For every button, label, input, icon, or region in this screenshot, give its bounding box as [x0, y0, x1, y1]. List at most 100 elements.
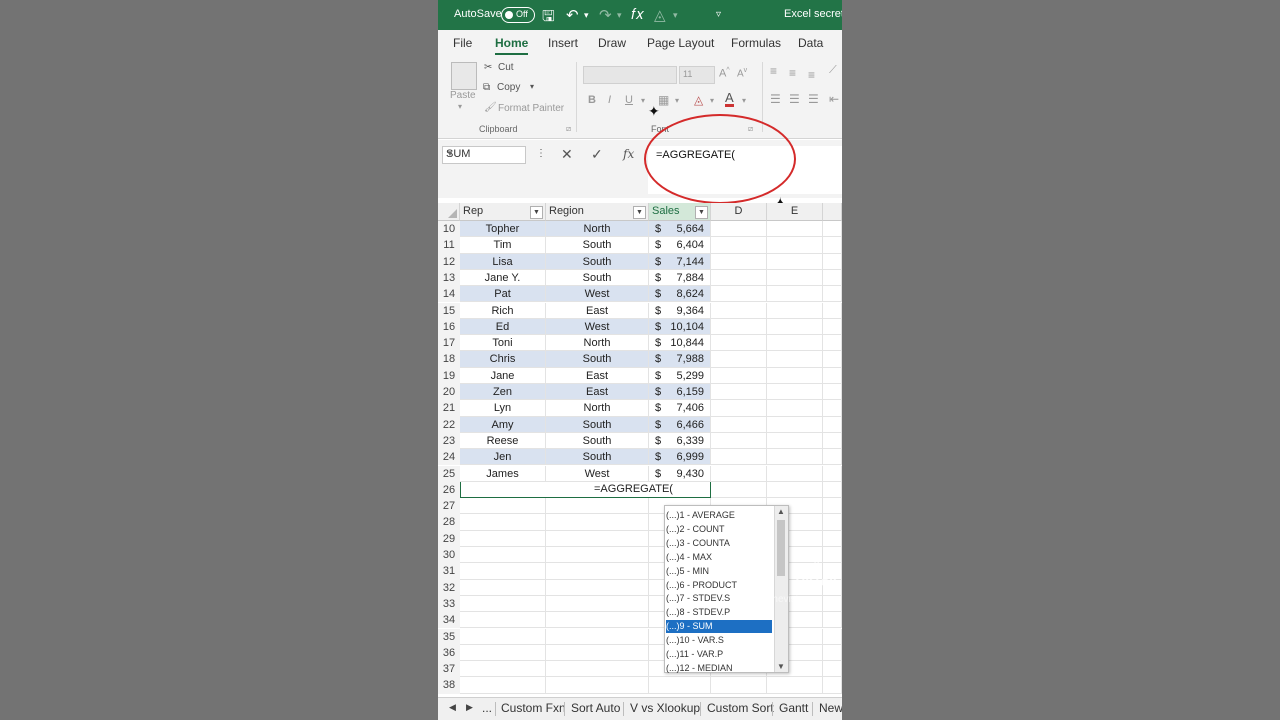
row-number[interactable]: 29	[438, 530, 460, 547]
empty-cell[interactable]	[823, 498, 842, 515]
empty-cell[interactable]	[460, 612, 546, 629]
cell-e[interactable]	[767, 269, 823, 287]
cell-d[interactable]	[711, 237, 767, 254]
cell-e[interactable]	[767, 335, 823, 352]
cell-region[interactable]: South	[546, 269, 649, 287]
cell-d[interactable]	[711, 302, 767, 319]
cell-e[interactable]	[767, 221, 823, 238]
empty-cell[interactable]	[460, 563, 546, 580]
cell-d[interactable]	[711, 253, 767, 270]
autocomplete-item[interactable]: (...)1 - AVERAGE	[666, 509, 772, 522]
cell-sales[interactable]: $6,159	[649, 384, 711, 401]
cell-sales[interactable]: $7,884	[649, 269, 711, 287]
empty-cell[interactable]	[823, 628, 842, 645]
filter-dropdown-icon[interactable]: ▼	[633, 206, 646, 219]
autocomplete-item[interactable]: (...)8 - STDEV.P	[666, 606, 772, 619]
filter-dropdown-icon[interactable]: ▼	[530, 206, 543, 219]
row-number[interactable]: 26	[438, 481, 460, 499]
empty-cell[interactable]	[546, 579, 649, 596]
fill-color-dropdown-icon[interactable]: ▾	[710, 96, 714, 105]
cell-f[interactable]	[823, 481, 842, 499]
cut-button[interactable]: Cut	[498, 62, 514, 73]
underline-dropdown-icon[interactable]: ▾	[641, 96, 645, 105]
sheet-tab-custom-sort[interactable]: Custom Sort	[707, 701, 774, 715]
tab-home[interactable]: Home	[495, 36, 529, 55]
cell-f[interactable]	[823, 318, 842, 336]
orientation-icon[interactable]: ⟋	[829, 64, 837, 77]
empty-cell[interactable]	[460, 498, 546, 515]
cell-e[interactable]	[767, 384, 823, 401]
column-header-e[interactable]: E	[767, 203, 823, 221]
empty-cell[interactable]	[460, 677, 546, 694]
more-options-icon[interactable]: ⋮	[536, 148, 546, 159]
font-color-icon[interactable]: A	[725, 91, 734, 107]
cell-d[interactable]	[711, 335, 767, 352]
function-autocomplete-list[interactable]: (...)1 - AVERAGE (...)2 - COUNT (...)3 - C…	[664, 505, 789, 673]
row-number[interactable]: 31	[438, 563, 460, 580]
cell-f[interactable]	[823, 351, 842, 368]
row-number[interactable]: 36	[438, 644, 460, 662]
row-number[interactable]: 17	[438, 335, 460, 352]
cell-rep[interactable]: Reese	[460, 432, 546, 450]
cell-rep[interactable]: Amy	[460, 416, 546, 433]
cell-rep[interactable]: Tim	[460, 237, 546, 254]
cell-sales[interactable]: $10,844	[649, 335, 711, 352]
cell-rep[interactable]: Lisa	[460, 253, 546, 270]
empty-cell[interactable]	[546, 628, 649, 645]
autocomplete-item[interactable]: (...)6 - PRODUCT	[666, 579, 772, 592]
cell-d[interactable]	[711, 449, 767, 466]
cell-f[interactable]	[823, 384, 842, 401]
paste-label[interactable]: Paste	[450, 90, 476, 101]
row-number[interactable]: 28	[438, 514, 460, 531]
borders-dropdown-icon[interactable]: ▾	[675, 96, 679, 105]
row-number[interactable]: 19	[438, 367, 460, 384]
row-number[interactable]: 14	[438, 286, 460, 303]
active-edit-cell[interactable]: =AGGREGATE(	[460, 481, 711, 499]
confirm-entry-icon[interactable]: ✓	[591, 146, 603, 163]
cell-sales[interactable]: $6,404	[649, 237, 711, 254]
empty-cell[interactable]	[649, 677, 711, 694]
cell-f[interactable]	[823, 269, 842, 287]
font-name-box[interactable]	[583, 66, 677, 84]
autocomplete-item[interactable]: (...)10 - VAR.S	[666, 634, 772, 647]
cell-region[interactable]: East	[546, 367, 649, 384]
row-number[interactable]: 18	[438, 351, 460, 368]
cell-d[interactable]	[711, 367, 767, 384]
empty-cell[interactable]	[546, 661, 649, 678]
row-number[interactable]: 12	[438, 253, 460, 270]
name-box-dropdown-icon[interactable]: ▼	[446, 149, 522, 158]
autosave-toggle[interactable]: Off	[501, 7, 535, 23]
italic-button[interactable]: I	[608, 94, 611, 106]
empty-cell[interactable]	[823, 677, 842, 694]
empty-cell[interactable]	[546, 563, 649, 580]
cell-f[interactable]	[823, 335, 842, 352]
paste-dropdown-icon[interactable]: ▾	[458, 102, 462, 111]
sheet-tab-v-vs-xlookup[interactable]: V vs Xlookup	[630, 701, 700, 715]
cell-sales[interactable]: $9,430	[649, 465, 711, 482]
cell-f[interactable]	[823, 367, 842, 384]
cell-e[interactable]	[767, 318, 823, 336]
scroll-up-icon[interactable]: ▲	[777, 507, 785, 516]
cell-f[interactable]	[823, 449, 842, 466]
empty-cell[interactable]	[460, 514, 546, 531]
copy-dropdown-icon[interactable]: ▾	[530, 82, 534, 91]
cell-f[interactable]	[823, 253, 842, 270]
cell-region[interactable]: North	[546, 221, 649, 238]
empty-cell[interactable]	[546, 595, 649, 613]
autocomplete-item[interactable]: (...)12 - MEDIAN	[666, 662, 772, 675]
cell-region[interactable]: West	[546, 286, 649, 303]
sheet-tab-sort-auto[interactable]: Sort Auto	[571, 701, 620, 715]
cell-region[interactable]: West	[546, 318, 649, 336]
cell-sales[interactable]: $6,339	[649, 432, 711, 450]
align-left-icon[interactable]: ☰	[770, 92, 781, 106]
row-number[interactable]: 23	[438, 432, 460, 450]
sheet-tab-custom-fxn[interactable]: Custom Fxn	[501, 701, 566, 715]
decrease-font-icon[interactable]: Av	[737, 67, 747, 79]
cell-e[interactable]	[767, 237, 823, 254]
row-number[interactable]: 27	[438, 498, 460, 515]
autocomplete-item[interactable]: (...)2 - COUNT	[666, 523, 772, 536]
cell-d[interactable]	[711, 465, 767, 482]
column-header-rep[interactable]: Rep ▼	[460, 203, 546, 221]
row-number[interactable]: 33	[438, 595, 460, 613]
fill-dropdown-icon[interactable]: ▾	[673, 10, 678, 21]
